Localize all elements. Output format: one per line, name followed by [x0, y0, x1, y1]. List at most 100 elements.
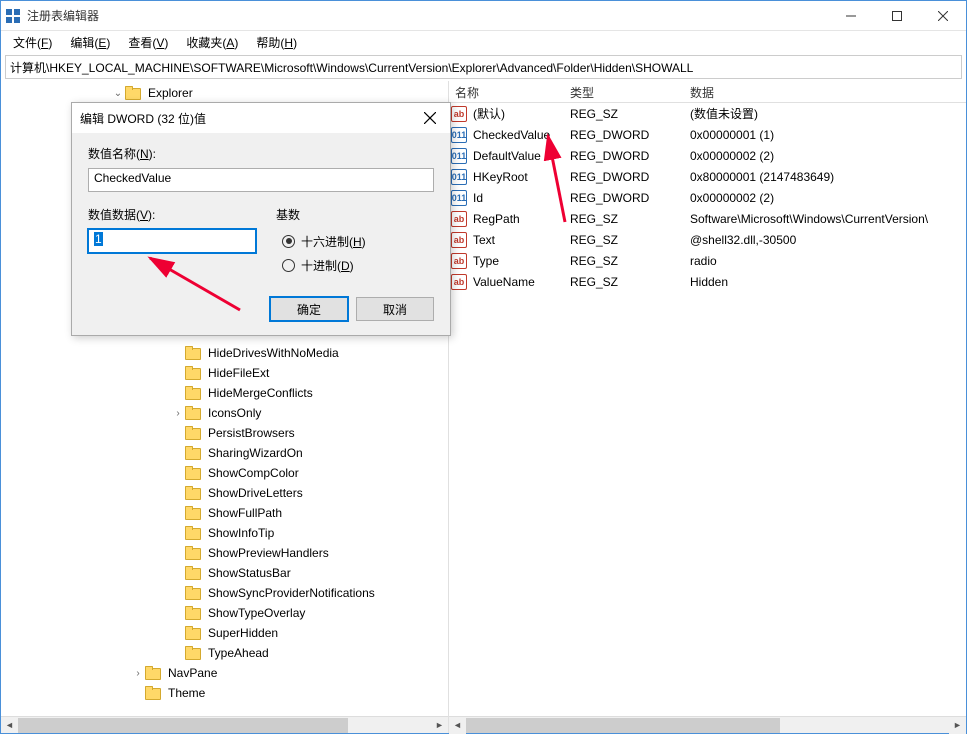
tree-item-hidemergeconflicts[interactable]: HideMergeConflicts	[1, 383, 448, 403]
scroll-left-icon[interactable]: ◄	[1, 717, 18, 734]
tree-item-theme[interactable]: Theme	[1, 683, 448, 703]
value-dw-icon: 011	[451, 190, 467, 206]
cell-data: 0x00000002 (2)	[684, 149, 966, 163]
folder-icon	[185, 566, 201, 580]
dialog-titlebar[interactable]: 编辑 DWORD (32 位)值	[72, 103, 450, 133]
cell-type: REG_SZ	[564, 275, 684, 289]
tree-item-hidedriveswithnomedia[interactable]: HideDrivesWithNoMedia	[1, 343, 448, 363]
tree-item-showinfotip[interactable]: ShowInfoTip	[1, 523, 448, 543]
list-row[interactable]: abValueNameREG_SZHidden	[449, 271, 966, 292]
list-body[interactable]: ab(默认)REG_SZ(数值未设置)011CheckedValueREG_DW…	[449, 103, 966, 716]
scroll-left-icon[interactable]: ◄	[449, 717, 466, 734]
minimize-button[interactable]	[828, 1, 874, 31]
folder-icon	[185, 366, 201, 380]
col-header-type[interactable]: 类型	[564, 81, 684, 102]
cell-type: REG_DWORD	[564, 170, 684, 184]
chevron-right-icon[interactable]: ›	[131, 668, 145, 679]
tree-item-showpreviewhandlers[interactable]: ShowPreviewHandlers	[1, 543, 448, 563]
cell-type: REG_DWORD	[564, 128, 684, 142]
tree-label: IconsOnly	[205, 405, 264, 421]
tree-label: ShowSyncProviderNotifications	[205, 585, 378, 601]
tree-label: HideMergeConflicts	[205, 385, 316, 401]
folder-icon	[185, 526, 201, 540]
folder-icon	[185, 346, 201, 360]
address-bar[interactable]: 计算机\HKEY_LOCAL_MACHINE\SOFTWARE\Microsof…	[5, 55, 962, 79]
tree-label: ShowDriveLetters	[205, 485, 306, 501]
value-sz-icon: ab	[451, 211, 467, 227]
tree-item-explorer[interactable]: ⌄Explorer	[1, 83, 448, 103]
col-header-name[interactable]: 名称	[449, 81, 564, 102]
scroll-thumb[interactable]	[466, 718, 780, 733]
window-title: 注册表编辑器	[27, 7, 828, 24]
tree-label: ShowInfoTip	[205, 525, 277, 541]
cell-type: REG_SZ	[564, 254, 684, 268]
tree-item-persistbrowsers[interactable]: PersistBrowsers	[1, 423, 448, 443]
tree-item-showfullpath[interactable]: ShowFullPath	[1, 503, 448, 523]
radio-dec[interactable]: 十进制(D)	[282, 253, 366, 277]
radio-dec-dot	[282, 259, 295, 272]
folder-icon	[185, 466, 201, 480]
tree-item-sharingwizardon[interactable]: SharingWizardOn	[1, 443, 448, 463]
cell-data: 0x00000002 (2)	[684, 191, 966, 205]
value-sz-icon: ab	[451, 232, 467, 248]
list-row[interactable]: 011HKeyRootREG_DWORD0x80000001 (21474836…	[449, 166, 966, 187]
tree-item-showtypeoverlay[interactable]: ShowTypeOverlay	[1, 603, 448, 623]
cancel-button[interactable]: 取消	[356, 297, 434, 321]
tree-label: SharingWizardOn	[205, 445, 306, 461]
folder-icon	[185, 386, 201, 400]
dialog-close-button[interactable]	[418, 106, 442, 130]
value-sz-icon: ab	[451, 253, 467, 269]
list-row[interactable]: 011CheckedValueREG_DWORD0x00000001 (1)	[449, 124, 966, 145]
tree-hscrollbar[interactable]: ◄ ►	[1, 716, 448, 733]
value-data-input[interactable]: 1	[88, 229, 256, 253]
tree-item-showdriveletters[interactable]: ShowDriveLetters	[1, 483, 448, 503]
menu-edit[interactable]: 编辑(E)	[62, 32, 118, 53]
list-row[interactable]: abTextREG_SZ@shell32.dll,-30500	[449, 229, 966, 250]
tree-item-showsyncprovidernotifications[interactable]: ShowSyncProviderNotifications	[1, 583, 448, 603]
scroll-track[interactable]	[18, 717, 431, 734]
close-button[interactable]	[920, 1, 966, 31]
tree-item-iconsonly[interactable]: › IconsOnly	[1, 403, 448, 423]
tree-item-superhidden[interactable]: SuperHidden	[1, 623, 448, 643]
list-row[interactable]: 011DefaultValueREG_DWORD0x00000002 (2)	[449, 145, 966, 166]
tree-item-showcompcolor[interactable]: ShowCompColor	[1, 463, 448, 483]
list-row[interactable]: abRegPathREG_SZSoftware\Microsoft\Window…	[449, 208, 966, 229]
value-sz-icon: ab	[451, 106, 467, 122]
list-row[interactable]: 011IdREG_DWORD0x00000002 (2)	[449, 187, 966, 208]
cell-type: REG_DWORD	[564, 149, 684, 163]
folder-icon	[145, 686, 161, 700]
tree-label: ShowFullPath	[205, 505, 285, 521]
scroll-right-icon[interactable]: ►	[431, 717, 448, 734]
scroll-thumb[interactable]	[18, 718, 348, 733]
list-row[interactable]: ab(默认)REG_SZ(数值未设置)	[449, 103, 966, 124]
chevron-down-icon[interactable]: ⌄	[111, 88, 125, 99]
menu-favorites[interactable]: 收藏夹(A)	[178, 32, 246, 53]
tree-label: ShowPreviewHandlers	[205, 545, 332, 561]
dialog-body: 数值名称(N): CheckedValue 数值数据(V): 1 基数 十六进制…	[72, 133, 450, 289]
ok-button[interactable]: 确定	[270, 297, 348, 321]
tree-item-typeahead[interactable]: TypeAhead	[1, 643, 448, 663]
value-name-input[interactable]: CheckedValue	[88, 168, 434, 192]
list-row[interactable]: abTypeREG_SZradio	[449, 250, 966, 271]
tree-item-hidefileext[interactable]: HideFileExt	[1, 363, 448, 383]
scroll-track[interactable]	[466, 717, 949, 734]
col-header-data[interactable]: 数据	[684, 81, 966, 102]
radio-hex[interactable]: 十六进制(H)	[282, 229, 366, 253]
list-hscrollbar[interactable]: ◄ ►	[449, 716, 966, 733]
menu-view[interactable]: 查看(V)	[120, 32, 176, 53]
tree-item-navpane[interactable]: ›NavPane	[1, 663, 448, 683]
cell-data: 0x80000001 (2147483649)	[684, 170, 966, 184]
tree-item-showstatusbar[interactable]: ShowStatusBar	[1, 563, 448, 583]
tree-label: PersistBrowsers	[205, 425, 298, 441]
tree-label: TypeAhead	[205, 645, 272, 661]
scroll-right-icon[interactable]: ►	[949, 717, 966, 734]
cell-type: REG_SZ	[564, 212, 684, 226]
menu-file[interactable]: 文件(F)	[5, 32, 60, 53]
cell-name: Text	[467, 233, 564, 247]
menu-help[interactable]: 帮助(H)	[248, 32, 305, 53]
base-radio-group: 十六进制(H) 十进制(D)	[282, 229, 366, 277]
chevron-right-icon[interactable]: ›	[171, 408, 185, 419]
maximize-button[interactable]	[874, 1, 920, 31]
cell-data: Hidden	[684, 275, 966, 289]
cell-data: (数值未设置)	[684, 105, 966, 122]
